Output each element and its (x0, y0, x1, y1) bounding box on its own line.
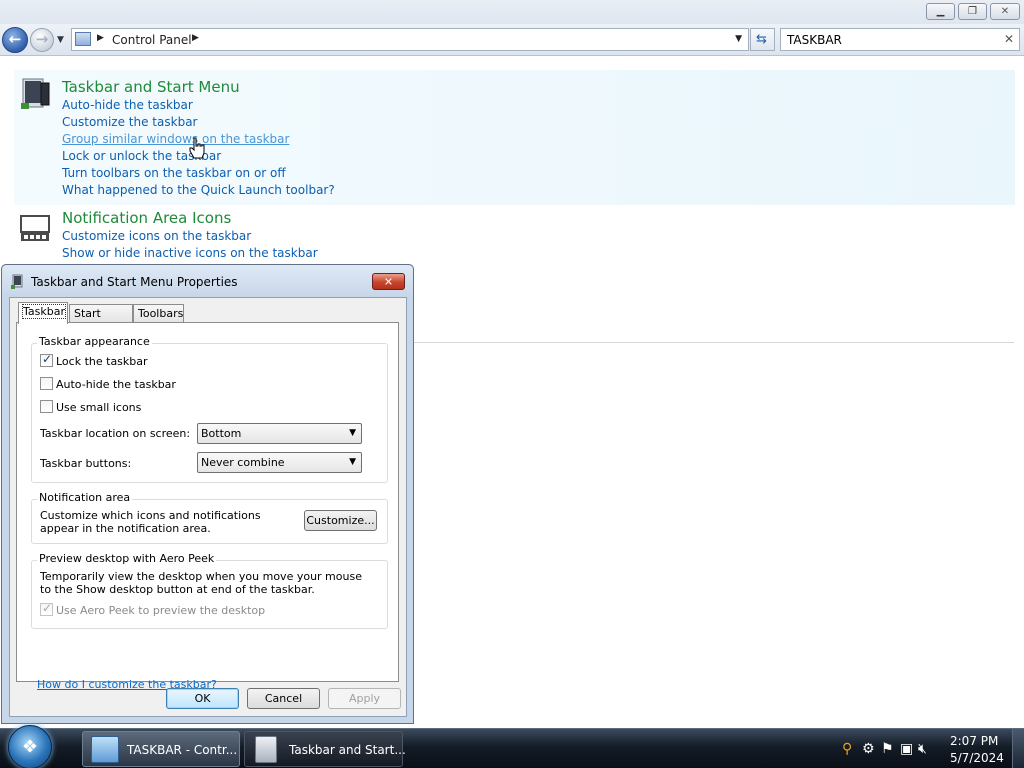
tab-toolbars[interactable]: Toolbars (133, 304, 184, 323)
taskbar-button-properties[interactable]: Taskbar and Start... (244, 731, 406, 767)
start-button[interactable]: ❖ (8, 725, 52, 768)
dialog-close-button[interactable]: ✕ (372, 273, 405, 290)
forward-button[interactable]: → (30, 28, 54, 52)
clock-time[interactable]: 2:07 PM (950, 734, 998, 748)
taskbar-buttons-value: Never combine (201, 456, 285, 469)
taskbar-buttons-label: Taskbar buttons: (40, 457, 132, 470)
taskbar-buttons-select[interactable]: Never combine ▼ (197, 452, 362, 473)
taskbar-button-control-panel-label: TASKBAR - Contr... (127, 743, 238, 757)
show-desktop-button[interactable] (1012, 729, 1024, 768)
taskbar-properties-icon (11, 274, 23, 289)
customize-button[interactable]: Customize... (304, 510, 377, 531)
breadcrumb-separator-icon[interactable]: ▶ (192, 33, 199, 43)
result-title-notification-area-icons[interactable]: Notification Area Icons (62, 209, 231, 227)
ok-button[interactable]: OK (166, 688, 239, 709)
restore-icon: ❐ (968, 5, 977, 17)
lock-taskbar-checkbox[interactable] (40, 352, 53, 367)
taskbar-location-value: Bottom (201, 427, 242, 440)
group-title-taskbar-appearance: Taskbar appearance (37, 335, 152, 348)
auto-hide-label[interactable]: Auto-hide the taskbar (56, 378, 176, 391)
windows-logo-icon: ❖ (21, 736, 39, 758)
forward-arrow-icon: → (35, 30, 49, 49)
address-dropdown-icon[interactable]: ▼ (735, 34, 742, 44)
navigation-bar: ← → ▼ ▶ Control Panel ▶ ▼ ⇆ TASKBAR ✕ (0, 24, 1024, 56)
search-box[interactable]: TASKBAR ✕ (780, 28, 1020, 51)
link-show-hide-inactive-icons[interactable]: Show or hide inactive icons on the taskb… (62, 246, 318, 260)
window-titlebar: ▁ ❐ ✕ (0, 0, 1024, 24)
link-quick-launch-toolbar[interactable]: What happened to the Quick Launch toolba… (62, 183, 335, 197)
control-panel-icon (91, 736, 119, 763)
network-icon[interactable]: ▣ (900, 741, 913, 757)
auto-hide-checkbox[interactable] (40, 377, 53, 390)
refresh-icon: ⇆ (756, 32, 767, 47)
breadcrumb-control-panel[interactable]: Control Panel (112, 33, 192, 47)
dialog-titlebar[interactable]: Taskbar and Start Menu Properties ✕ (2, 265, 413, 297)
tray-tool-icon[interactable]: ⚙ (862, 741, 875, 757)
taskbar-properties-icon (21, 78, 50, 109)
clock-date[interactable]: 5/7/2024 (950, 751, 1004, 765)
apply-button[interactable]: Apply (328, 688, 401, 709)
taskbar-properties-dialog: Taskbar and Start Menu Properties ✕ Task… (1, 264, 414, 724)
aero-peek-description: Temporarily view the desktop when you mo… (40, 570, 362, 596)
taskbar-button-properties-label: Taskbar and Start... (289, 743, 406, 757)
control-panel-icon (75, 32, 91, 46)
aero-peek-label: Use Aero Peek to preview the desktop (56, 604, 266, 617)
group-title-notification-area: Notification area (37, 491, 133, 504)
clear-search-icon[interactable]: ✕ (1004, 32, 1014, 46)
breadcrumb-separator-icon[interactable]: ▶ (97, 33, 104, 43)
dialog-title: Taskbar and Start Menu Properties (31, 275, 238, 289)
taskbar-button-control-panel[interactable]: TASKBAR - Contr... (82, 731, 240, 767)
tab-taskbar-label: Taskbar (22, 304, 66, 319)
volume-muted-icon[interactable]: 🔇︎ (918, 741, 927, 757)
hand-cursor-icon (189, 137, 205, 159)
link-auto-hide-taskbar[interactable]: Auto-hide the taskbar (62, 98, 193, 112)
link-toolbars-on-off[interactable]: Turn toolbars on the taskbar on or off (62, 166, 286, 180)
back-button[interactable]: ← (2, 27, 28, 53)
link-customize-icons-taskbar[interactable]: Customize icons on the taskbar (62, 229, 251, 243)
windows-taskbar: ❖ TASKBAR - Contr... Taskbar and Start..… (0, 725, 1024, 768)
group-title-aero-peek: Preview desktop with Aero Peek (37, 552, 217, 565)
close-icon: ✕ (1000, 5, 1010, 17)
chevron-down-icon: ▼ (349, 457, 356, 467)
aero-peek-checkbox[interactable] (40, 601, 53, 616)
taskbar-location-label: Taskbar location on screen: (40, 427, 191, 440)
address-bar[interactable]: ▶ Control Panel ▶ ▼ (71, 28, 749, 51)
tab-toolbars-label: Toolbars (138, 307, 184, 320)
small-icons-checkbox[interactable] (40, 400, 53, 413)
tab-taskbar[interactable]: Taskbar (18, 302, 68, 324)
minimize-icon: ▁ (936, 5, 945, 17)
restore-button[interactable]: ❐ (958, 3, 987, 20)
close-icon: ✕ (383, 274, 394, 288)
lock-taskbar-label[interactable]: Lock the taskbar (56, 355, 148, 368)
back-arrow-icon: ← (8, 30, 22, 49)
close-window-button[interactable]: ✕ (990, 3, 1020, 20)
taskbar-location-select[interactable]: Bottom ▼ (197, 423, 362, 444)
refresh-button[interactable]: ⇆ (750, 28, 775, 51)
notification-area-description: Customize which icons and notifications … (40, 509, 261, 535)
tab-start-menu[interactable]: Start Menu (69, 304, 133, 333)
minimize-button[interactable]: ▁ (926, 3, 955, 20)
search-tray-icon[interactable]: ⚲ (842, 741, 852, 757)
small-icons-label[interactable]: Use small icons (56, 401, 141, 414)
cancel-button[interactable]: Cancel (247, 688, 320, 709)
taskbar-properties-icon (255, 736, 277, 763)
dialog-body: Taskbar Start Menu Toolbars Taskbar appe… (9, 297, 407, 717)
result-title-taskbar-start-menu[interactable]: Taskbar and Start Menu (62, 78, 240, 96)
tab-panel-taskbar: Taskbar appearance Lock the taskbar Auto… (16, 322, 399, 691)
link-group-similar-windows[interactable]: Group similar windows on the taskbar (62, 132, 289, 146)
search-input[interactable]: TASKBAR (787, 33, 842, 47)
action-center-flag-icon[interactable]: ⚑ (881, 741, 894, 757)
results-divider (414, 342, 1014, 343)
notification-area-icon (20, 215, 50, 241)
chevron-down-icon: ▼ (349, 428, 356, 438)
recent-pages-dropdown[interactable]: ▼ (57, 35, 64, 45)
link-customize-taskbar[interactable]: Customize the taskbar (62, 115, 197, 129)
